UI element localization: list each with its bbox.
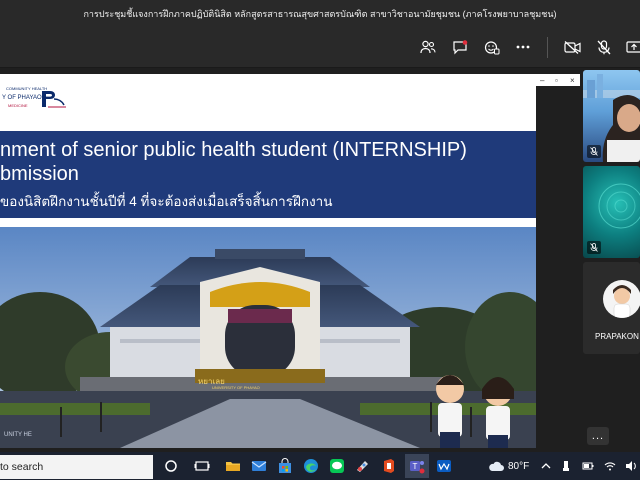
chevron-up-icon[interactable] xyxy=(540,460,552,472)
shared-slide: COMMUNITY HEALTH Y OF PHAYAO MEDICINE nm… xyxy=(0,86,536,448)
campus-photo: หยาเลย UNIVERSITY OF PHAYAO UNITY HE xyxy=(0,227,536,448)
building-sign-english: UNIVERSITY OF PHAYAO xyxy=(212,385,260,390)
participant-2-muted-badge xyxy=(587,241,601,254)
shared-window-chrome xyxy=(0,74,580,86)
store-icon[interactable] xyxy=(277,458,293,474)
participant-name: PRAPAKON ... xyxy=(595,332,640,341)
participant-tile-1[interactable] xyxy=(583,70,640,162)
line-app-icon[interactable] xyxy=(329,458,345,474)
toolbar-divider xyxy=(547,37,548,58)
camera-off-icon xyxy=(563,40,581,54)
logo-line-2: Y OF PHAYAO xyxy=(2,95,42,101)
teams-icon[interactable]: T xyxy=(409,458,425,474)
cortana-icon[interactable] xyxy=(163,458,179,474)
people-icon xyxy=(420,40,436,54)
close-icon[interactable]: × xyxy=(570,76,575,85)
usb-device-icon[interactable] xyxy=(560,460,572,472)
participant-tile-3[interactable]: PRAPAKON ... xyxy=(583,262,640,354)
meeting-title: การประชุมชี้แจงการฝึกภาคปฏิบัตินิสิต หลั… xyxy=(83,8,557,19)
slide-subtitle: ของนิสิตฝึกงานชั้นปีที่ 4 ที่จะต้องส่งเม… xyxy=(0,194,333,209)
camera-toggle-button[interactable] xyxy=(560,35,584,59)
chat-icon xyxy=(453,39,468,54)
reactions-button[interactable] xyxy=(480,35,504,59)
campus-building-illustration xyxy=(0,227,536,448)
window-title-bar: การประชุมชี้แจงการฝึกภาคปฏิบัตินิสิต หลั… xyxy=(0,0,640,27)
file-explorer-icon[interactable] xyxy=(225,458,241,474)
mic-off-icon xyxy=(590,243,598,252)
task-view-icon[interactable] xyxy=(194,458,210,474)
paint-icon[interactable] xyxy=(355,458,371,474)
participant-tile-2[interactable] xyxy=(583,166,640,258)
slide-right-margin xyxy=(536,86,580,448)
share-icon xyxy=(626,40,640,53)
logo-line-3: MEDICINE xyxy=(8,103,28,108)
maximize-icon[interactable]: ▫ xyxy=(555,76,558,85)
meeting-toolbar xyxy=(0,27,640,68)
volume-icon[interactable] xyxy=(625,460,637,472)
taskbar-search-box[interactable]: to search xyxy=(0,455,153,479)
minimize-icon[interactable]: – xyxy=(540,76,544,85)
reactions-icon xyxy=(484,40,500,54)
webex-icon[interactable] xyxy=(436,458,452,474)
slide-title-line-1: nment of senior public health student (I… xyxy=(0,139,467,161)
chat-button[interactable] xyxy=(448,35,472,59)
slide-title-line-2: bmission xyxy=(0,163,79,185)
edge-icon[interactable] xyxy=(303,458,319,474)
mail-icon[interactable] xyxy=(251,458,267,474)
battery-icon[interactable] xyxy=(582,460,594,472)
weather-cloud-icon[interactable] xyxy=(488,459,504,473)
weather-temperature[interactable]: 80°F xyxy=(508,461,529,472)
office-icon[interactable] xyxy=(381,458,397,474)
university-emblem-icon xyxy=(42,91,66,108)
share-screen-button[interactable] xyxy=(622,35,640,59)
mic-off-icon xyxy=(590,147,598,156)
people-button[interactable] xyxy=(416,35,440,59)
participant-1-muted-badge xyxy=(587,145,601,158)
more-participants-button[interactable]: ... xyxy=(587,427,609,445)
slide-watermark: UNITY HE xyxy=(4,432,32,438)
svg-text:T: T xyxy=(413,462,418,471)
more-icon xyxy=(516,45,530,49)
avatar-illustration xyxy=(613,285,631,318)
taskbar-search-text: to search xyxy=(0,461,44,473)
participant-avatar xyxy=(603,280,640,318)
mic-toggle-button[interactable] xyxy=(592,35,616,59)
mic-off-icon xyxy=(597,39,611,54)
more-options-button[interactable] xyxy=(511,35,535,59)
wifi-icon[interactable] xyxy=(604,460,616,472)
